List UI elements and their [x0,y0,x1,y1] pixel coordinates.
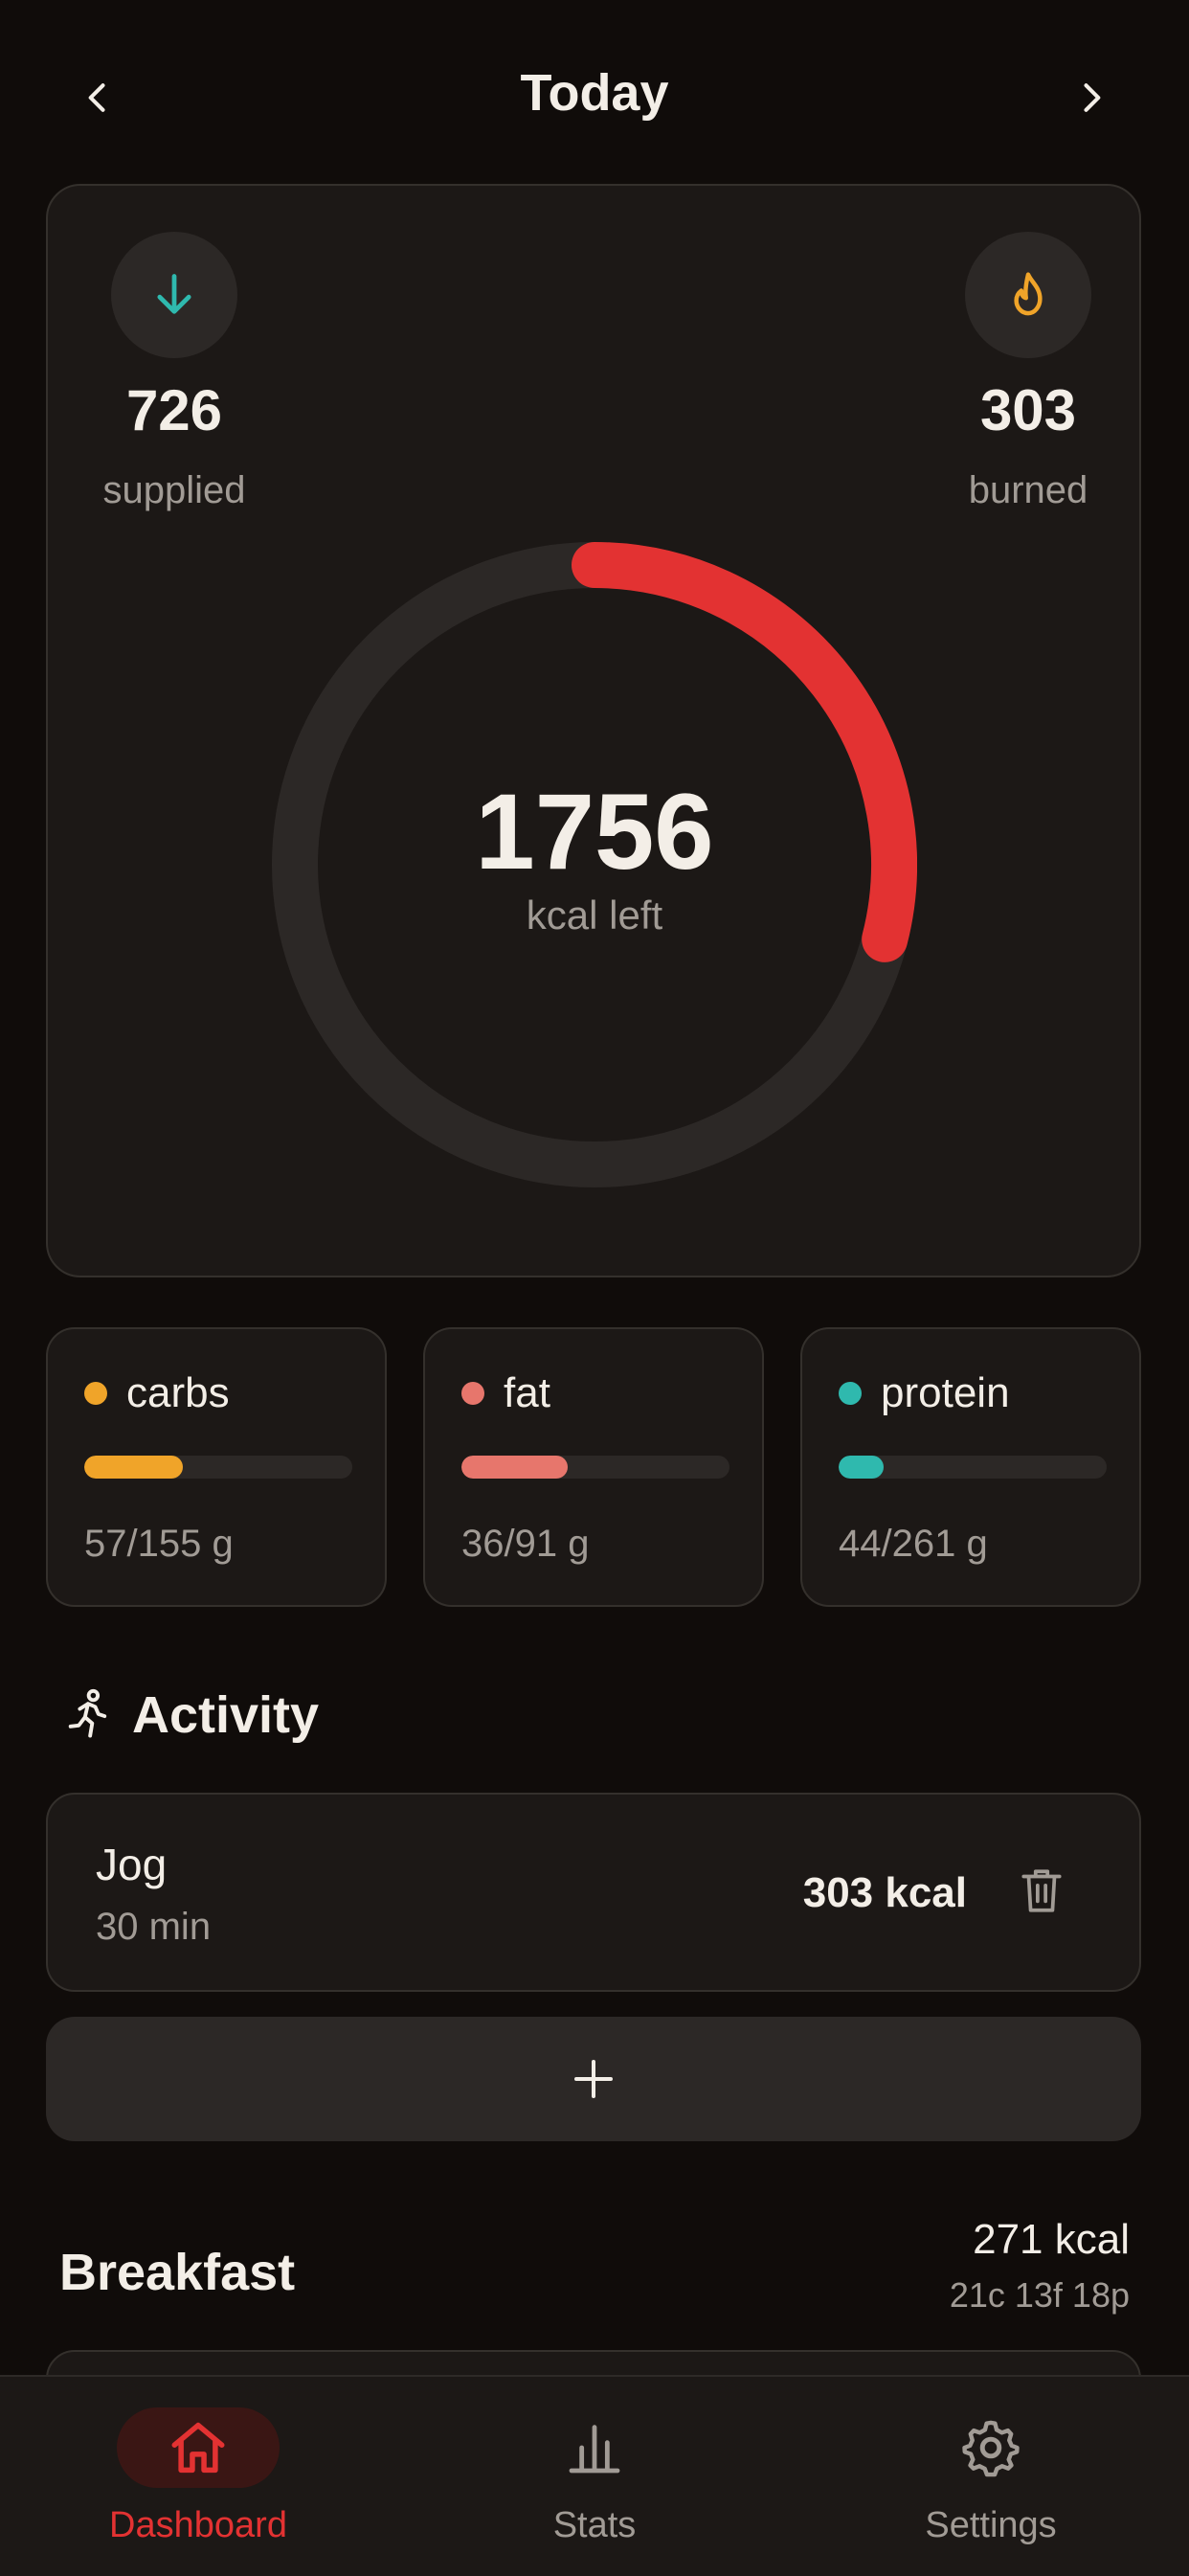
activity-name: Jog [96,1840,168,1889]
macro-progress-fill [839,1456,885,1479]
burned-label: burned [968,469,1088,511]
remaining-value: 1756 [475,772,714,892]
gear-icon [962,2420,1020,2477]
tab-settings[interactable]: Settings [793,2377,1189,2576]
tab-icon-wrap [909,2407,1072,2488]
fat-dot [461,1382,484,1405]
arrow-down-icon [157,274,191,314]
bar-chart-icon [569,2425,620,2474]
supplied-icon-badge [111,232,237,358]
flame-icon [1014,272,1043,316]
bottom-tab-bar: Dashboard Stats Settings [0,2375,1189,2576]
macro-card-fat: fat 36/91 g [423,1327,764,1607]
tab-active-pill [117,2407,280,2488]
home-icon [171,2422,225,2474]
tab-label: Dashboard [109,2505,287,2545]
activity-item[interactable]: Jog 30 min 303 kcal [46,1793,1141,1992]
macro-name: carbs [126,1369,230,1416]
macro-name: protein [881,1369,1010,1416]
running-person-icon [68,1688,107,1738]
carbs-dot [84,1382,107,1405]
activity-kcal: 303 kcal [802,1869,967,1916]
macro-progress-fill [461,1456,568,1479]
tab-label: Settings [925,2505,1057,2545]
page-title: Today [520,64,669,122]
burned-icon-badge [965,232,1091,358]
macro-value: 36/91 g [461,1523,590,1565]
trash-icon [1021,1869,1062,1912]
remaining-calories: 1756 kcal left [272,776,917,938]
activity-title: Activity [132,1686,320,1744]
macro-progress-track [839,1456,1107,1479]
macro-value: 44/261 g [839,1523,988,1565]
macro-value: 57/155 g [84,1523,234,1565]
plus-icon [574,2060,613,2098]
burned-value: 303 [979,378,1077,442]
add-activity-button[interactable] [46,2017,1141,2141]
tab-label: Stats [552,2505,637,2545]
tab-dashboard[interactable]: Dashboard [0,2377,396,2576]
remaining-label: kcal left [526,892,663,938]
macro-progress-track [84,1456,352,1479]
macro-name: fat [504,1369,550,1416]
macro-card-protein: protein 44/261 g [800,1327,1141,1607]
macro-progress-track [461,1456,729,1479]
meal-macros: 21c 13f 18p [949,2275,1130,2315]
supplied-value: 726 [125,378,223,442]
delete-activity-button[interactable] [1011,1860,1072,1921]
macro-progress-fill [84,1456,184,1479]
meal-kcal: 271 kcal [973,2216,1130,2263]
tab-stats[interactable]: Stats [396,2377,793,2576]
tab-icon-wrap [513,2407,676,2488]
next-day-button[interactable] [1063,69,1120,126]
chevron-right-icon [1084,83,1101,112]
activity-section-header: Activity [63,1685,319,1745]
protein-dot [839,1382,862,1405]
macro-card-carbs: carbs 57/155 g [46,1327,387,1607]
activity-duration: 30 min [96,1906,212,1948]
meal-title-breakfast: Breakfast [59,2244,296,2301]
supplied-label: supplied [102,469,246,511]
